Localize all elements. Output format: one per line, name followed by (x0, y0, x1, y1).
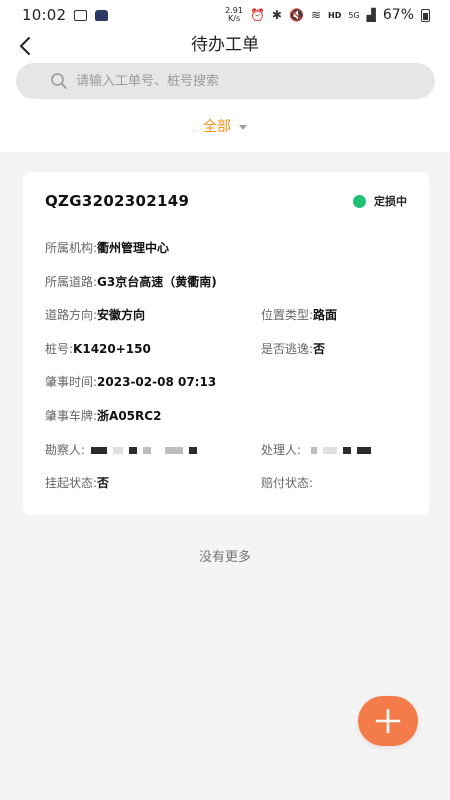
field-pay: 赔付状态: (261, 475, 313, 491)
app-notification-icon (95, 9, 109, 21)
header: 待办工单 全部 (0, 30, 450, 152)
no-more-text: 没有更多 (198, 550, 251, 565)
handler-redacted (307, 446, 372, 454)
filter-label: 全部 (203, 119, 231, 135)
row-people: 勘察人: 处理人: (45, 442, 407, 458)
pay-label: 赔付状态: (261, 476, 314, 490)
field-road: 所属道路: G3京台高速（黄衢南) (45, 274, 217, 290)
field-escape: 是否逃逸: 否 (261, 341, 325, 357)
battery-percent: 67% (382, 7, 414, 23)
time-value: 2023-02-08 07:13 (97, 375, 217, 389)
wifi-icon: ≋ (310, 8, 321, 22)
suspend-value: 否 (97, 476, 110, 490)
plus-icon (375, 708, 401, 734)
redact-block (165, 446, 184, 454)
row-time: 肇事时间: 2023-02-08 07:13 (45, 374, 407, 390)
alarm-icon: ⏰ (249, 8, 265, 22)
direction-label: 道路方向: (45, 308, 98, 322)
direction-value: 安徽方向 (97, 308, 146, 322)
row-road: 所属道路: G3京台高速（黄衢南) (45, 274, 407, 290)
order-number: QZG3202302149 (45, 192, 190, 210)
field-surveyor: 勘察人: (45, 442, 261, 458)
row-plate: 肇事车牌: 浙A05RC2 (45, 408, 407, 424)
search-icon (51, 73, 67, 89)
stake-label: 桩号: (45, 342, 74, 356)
escape-label: 是否逃逸: (261, 342, 314, 356)
time-label: 肇事时间: (45, 375, 98, 389)
redact-block (113, 446, 124, 454)
bluetooth-icon: ✱ (271, 8, 282, 22)
redact-block (91, 446, 108, 454)
location-type-label: 位置类型: (261, 308, 314, 322)
status-time: 10:02 (22, 6, 67, 24)
field-location-type: 位置类型: 路面 (261, 307, 337, 323)
card-header: QZG3202302149 定损中 (45, 192, 407, 210)
field-time: 肇事时间: 2023-02-08 07:13 (45, 374, 216, 390)
status-right: 2.91 K/s ⏰ ✱ 🔇 ≋ HD 5G ▟ 67% (225, 7, 430, 23)
row-status: 挂起状态: 否 赔付状态: (45, 475, 407, 491)
stake-value: K1420+150 (73, 342, 151, 356)
status-dot-icon (353, 194, 366, 208)
field-org: 所属机构: 衢州管理中心 (45, 240, 169, 256)
caret-down-icon (239, 124, 247, 130)
battery-icon (421, 8, 430, 22)
status-text: 定损中 (374, 195, 407, 208)
row-stake: 桩号: K1420+150 是否逃逸: 否 (45, 341, 407, 357)
handler-label: 处理人: (261, 443, 302, 457)
redact-block (357, 446, 372, 454)
field-handler: 处理人: (261, 442, 372, 458)
road-label: 所属道路: (45, 275, 98, 289)
redact-block (143, 446, 152, 454)
field-suspend: 挂起状态: 否 (45, 475, 261, 491)
field-stake: 桩号: K1420+150 (45, 341, 261, 357)
org-value: 衢州管理中心 (97, 241, 170, 255)
page-title: 待办工单 (191, 35, 259, 55)
redact-block (189, 446, 198, 454)
status-bar: 10:02 2.91 K/s ⏰ ✱ 🔇 ≋ HD 5G ▟ 67% (0, 0, 450, 30)
gallery-icon (74, 9, 88, 21)
mute-icon: 🔇 (288, 8, 304, 22)
org-label: 所属机构: (45, 241, 98, 255)
filter-dropdown[interactable]: 全部 (0, 116, 450, 136)
escape-value: 否 (313, 342, 326, 356)
add-button[interactable] (358, 696, 418, 746)
suspend-label: 挂起状态: (45, 476, 98, 490)
row-org: 所属机构: 衢州管理中心 (45, 240, 407, 256)
plate-label: 肇事车牌: (45, 409, 98, 423)
net-speed: 2.91 K/s (225, 7, 243, 23)
road-value: G3京台高速（黄衢南) (97, 275, 217, 289)
redact-block (129, 446, 138, 454)
net-speed-unit: K/s (228, 14, 241, 23)
surveyor-label: 勘察人: (45, 443, 86, 457)
plate-value: 浙A05RC2 (97, 409, 162, 423)
row-direction: 道路方向: 安徽方向 位置类型: 路面 (45, 307, 407, 323)
signal-label: 5G (348, 10, 360, 20)
field-direction: 道路方向: 安徽方向 (45, 307, 261, 323)
screen: 10:02 2.91 K/s ⏰ ✱ 🔇 ≋ HD 5G ▟ 67% 待办工单 … (0, 0, 450, 800)
search-input[interactable] (76, 73, 396, 89)
redact-block (323, 446, 338, 454)
location-type-value: 路面 (313, 308, 338, 322)
status-left: 10:02 (22, 6, 109, 24)
search-box[interactable] (16, 63, 435, 99)
redact-block (343, 446, 352, 454)
hd-label: HD (328, 10, 342, 20)
signal-icon: ▟ (366, 8, 376, 22)
field-plate: 肇事车牌: 浙A05RC2 (45, 408, 161, 424)
surveyor-redacted (91, 446, 198, 454)
redact-block (311, 446, 318, 454)
work-order-card[interactable]: QZG3202302149 定损中 所属机构: 衢州管理中心 所属道路: G3京… (23, 172, 429, 515)
status-indicator: 定损中 (353, 193, 407, 209)
